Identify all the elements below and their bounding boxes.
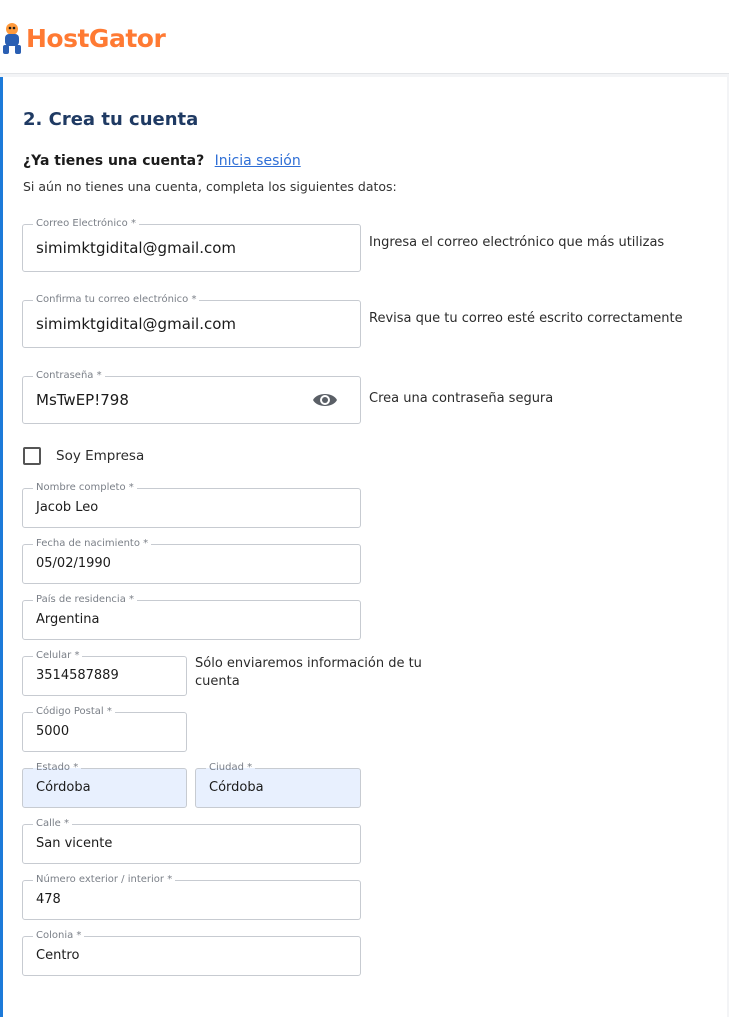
- email-confirm-label: Confirma tu correo electrónico *: [33, 293, 200, 307]
- street-number-label: Número exterior / interior *: [33, 873, 176, 887]
- street-label: Calle *: [33, 817, 72, 831]
- password-label: Contraseña *: [33, 369, 105, 383]
- phone-label: Celular *: [33, 649, 83, 663]
- street-value: San vicente: [36, 836, 113, 851]
- full-name-label: Nombre completo *: [33, 481, 137, 495]
- country-label: País de residencia *: [33, 593, 138, 607]
- phone-hint: Sólo enviaremos información de tu cuenta: [195, 656, 422, 689]
- company-checkbox-label: Soy Empresa: [56, 448, 145, 464]
- birth-date-label: Fecha de nacimiento *: [33, 537, 152, 551]
- street-number-value: 478: [36, 892, 61, 907]
- phone-field[interactable]: Celular * 3514587889: [22, 649, 187, 696]
- account-question: ¿Ya tienes una cuenta?: [23, 153, 205, 169]
- header: HostGator: [0, 0, 729, 74]
- brand-name: HostGator: [26, 23, 166, 53]
- account-line: ¿Ya tienes una cuenta? Inicia sesión: [23, 153, 301, 169]
- company-checkbox[interactable]: [23, 447, 41, 465]
- street-field[interactable]: Calle * San vicente: [22, 817, 361, 864]
- email-confirm-hint: Revisa que tu correo esté escrito correc…: [369, 311, 683, 326]
- password-value: MsTwEP!798: [36, 391, 129, 409]
- neighborhood-field[interactable]: Colonia * Centro: [22, 929, 361, 976]
- birth-date-field[interactable]: Fecha de nacimiento * 05/02/1990: [22, 537, 361, 584]
- postal-code-label: Código Postal *: [33, 705, 115, 719]
- password-hint: Crea una contraseña segura: [369, 391, 554, 406]
- state-value: Córdoba: [36, 780, 91, 795]
- email-field[interactable]: Correo Electrónico * simimktgidital@gmai…: [22, 217, 361, 272]
- city-field[interactable]: Ciudad * Córdoba: [195, 761, 361, 808]
- email-value: simimktgidital@gmail.com: [36, 239, 237, 257]
- signup-form-panel: 2. Crea tu cuenta ¿Ya tienes una cuenta?…: [0, 77, 727, 1017]
- birth-date-value: 05/02/1990: [36, 556, 111, 571]
- email-hint: Ingresa el correo electrónico que más ut…: [369, 235, 665, 250]
- neighborhood-value: Centro: [36, 948, 80, 963]
- show-password-icon[interactable]: [312, 389, 338, 411]
- city-value: Córdoba: [209, 780, 264, 795]
- country-value: Argentina: [36, 612, 100, 627]
- country-field[interactable]: País de residencia * Argentina: [22, 593, 361, 640]
- postal-code-field[interactable]: Código Postal * 5000: [22, 705, 187, 752]
- intro-text: Si aún no tienes una cuenta, completa lo…: [23, 179, 397, 194]
- phone-value: 3514587889: [36, 668, 119, 683]
- state-label: Estado *: [33, 761, 82, 775]
- full-name-field[interactable]: Nombre completo * Jacob Leo: [22, 481, 361, 528]
- email-label: Correo Electrónico *: [33, 217, 139, 231]
- hostgator-logo[interactable]: HostGator: [0, 20, 166, 56]
- password-field[interactable]: Contraseña * MsTwEP!798: [22, 369, 361, 424]
- street-number-field[interactable]: Número exterior / interior * 478: [22, 873, 361, 920]
- postal-code-value: 5000: [36, 724, 70, 739]
- neighborhood-label: Colonia *: [33, 929, 85, 943]
- email-confirm-value: simimktgidital@gmail.com: [36, 315, 237, 333]
- email-confirm-field[interactable]: Confirma tu correo electrónico * simimkt…: [22, 293, 361, 348]
- state-field[interactable]: Estado * Córdoba: [22, 761, 187, 808]
- login-link[interactable]: Inicia sesión: [215, 153, 301, 169]
- gator-mascot-icon: [3, 23, 21, 54]
- section-title: 2. Crea tu cuenta: [23, 109, 199, 130]
- city-label: Ciudad *: [206, 761, 256, 775]
- full-name-value: Jacob Leo: [36, 500, 99, 515]
